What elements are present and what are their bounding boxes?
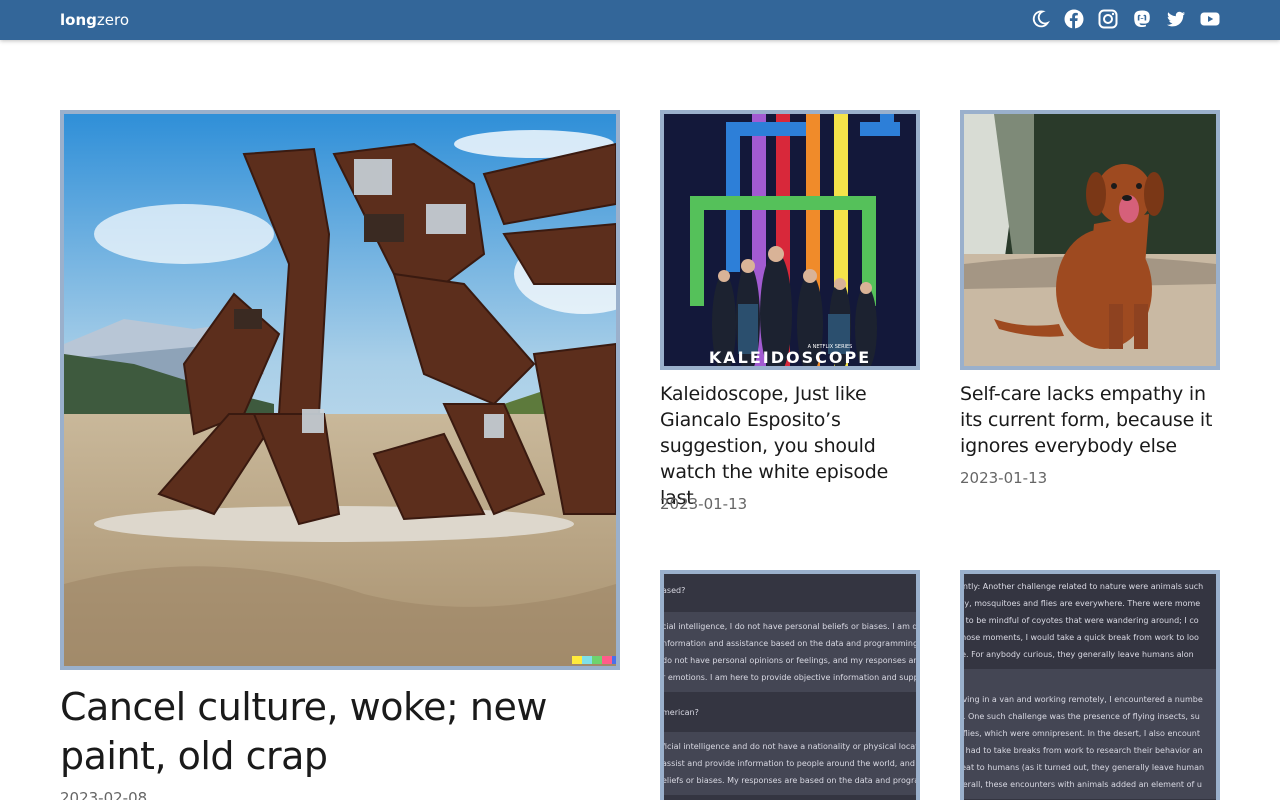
facebook-icon[interactable] <box>1064 9 1084 29</box>
dog-photo <box>964 114 1216 366</box>
post-image-chat-2[interactable]: ently: Another challenge related to natu… <box>960 570 1220 800</box>
chat-line: cial intelligence, I do not have persona… <box>664 622 916 631</box>
chat-line: do not have personal opinions or feeling… <box>664 656 916 665</box>
featured-post-date: 2023-02-08 <box>60 789 148 800</box>
social-icons <box>1030 9 1220 29</box>
post-image-dog[interactable] <box>960 110 1220 370</box>
chat-line: nformation and assistance based on the d… <box>664 639 916 648</box>
chat-screenshot-1: ased? cial intelligence, I do not have p… <box>664 574 916 800</box>
post-image-kaleidoscope[interactable]: A NETFLIX SERIES KALEIDOSCOPE <box>660 110 920 370</box>
kaleidoscope-poster: A NETFLIX SERIES KALEIDOSCOPE <box>664 114 916 366</box>
post-date-selfcare: 2023-01-13 <box>960 469 1048 487</box>
chat-line: reat to humans (as it turned out, they g… <box>964 763 1205 772</box>
poster-title: KALEIDOSCOPE <box>709 348 871 366</box>
chat-line: those moments, I would take a quick brea… <box>964 633 1199 642</box>
chat-line: ased? <box>664 586 686 595</box>
chat-line: living in a van and working remotely, I … <box>964 695 1203 704</box>
chat-screenshot-2: ently: Another challenge related to natu… <box>964 574 1216 800</box>
chat-line: l flies, which were omnipresent. In the … <box>964 729 1201 738</box>
post-image-chat-1[interactable]: ased? cial intelligence, I do not have p… <box>660 570 920 800</box>
youtube-icon[interactable] <box>1200 9 1220 29</box>
chat-line: merican? <box>664 708 699 717</box>
chat-line: assist and provide information to people… <box>664 759 916 768</box>
mastodon-icon[interactable] <box>1132 9 1152 29</box>
post-date-kaleidoscope: 2023-01-13 <box>660 495 748 513</box>
chat-line: re. For anybody curious, they generally … <box>964 650 1194 659</box>
chat-line: verall, these encounters with animals ad… <box>964 780 1202 789</box>
site-logo[interactable]: longzero <box>60 10 129 30</box>
featured-post-image[interactable] <box>60 110 620 670</box>
chat-line: sly, mosquitoes and flies are everywhere… <box>964 599 1201 608</box>
chat-line: ficial intelligence and do not have a na… <box>664 742 916 751</box>
chat-line: r emotions. I am here to provide objecti… <box>664 673 916 682</box>
instagram-icon[interactable] <box>1098 9 1118 29</box>
chat-line: eliefs or biases. My responses are based… <box>664 776 916 785</box>
chat-line: e. One such challenge was the presence o… <box>964 712 1200 721</box>
brand-light: zero <box>96 11 129 29</box>
chat-line: d had to take breaks from work to resear… <box>964 746 1203 755</box>
chat-line: d to be mindful of coyotes that were wan… <box>964 616 1199 625</box>
top-navbar: longzero <box>0 0 1280 40</box>
post-title-kaleidoscope[interactable]: Kaleidoscope, Just like Giancalo Esposit… <box>660 381 922 511</box>
moon-icon[interactable] <box>1030 9 1050 29</box>
twitter-icon[interactable] <box>1166 9 1186 29</box>
sculpture-illustration <box>64 114 616 666</box>
featured-post-title[interactable]: Cancel culture, woke; new paint, old cra… <box>60 683 620 781</box>
chat-line: ently: Another challenge related to natu… <box>964 582 1204 591</box>
post-title-selfcare[interactable]: Self-care lacks empathy in its current f… <box>960 381 1222 459</box>
brand-bold: long <box>60 11 97 29</box>
